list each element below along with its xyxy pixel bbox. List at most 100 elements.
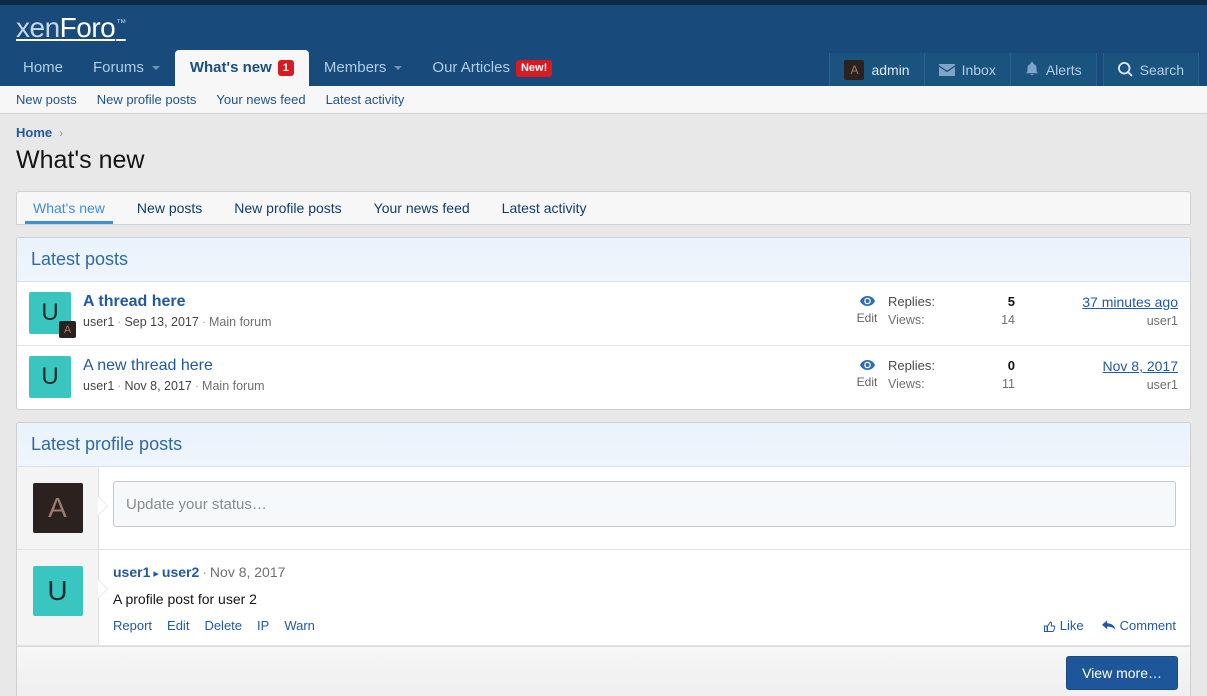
edit-label[interactable]: Edit <box>846 311 888 325</box>
like-button[interactable]: Like <box>1044 618 1084 633</box>
table-row[interactable]: U A A thread here user1·Sep 13, 2017·Mai… <box>17 282 1190 346</box>
thread-info: A thread here user1·Sep 13, 2017·Main fo… <box>83 292 846 329</box>
profile-post-from-user[interactable]: user1 <box>113 564 150 580</box>
views-label: Views: <box>888 377 925 391</box>
avatar-wrapper: U <box>29 356 71 398</box>
nav-item-our-articles[interactable]: Our Articles New! <box>417 50 567 86</box>
main-navigation: Home Forums What's new 1 Members Our Art… <box>0 50 1207 86</box>
site-header: xenForo™ Home Forums What's new 1 Member… <box>0 5 1207 86</box>
chevron-down-icon <box>152 66 160 70</box>
last-post-user[interactable]: user1 <box>1043 378 1178 392</box>
profile-posts-footer: View more… <box>17 646 1190 696</box>
profile-post-row: U user1▸user2·Nov 8, 2017 A profile post… <box>17 550 1190 646</box>
meta-separator: · <box>202 564 207 580</box>
inbox-link[interactable]: Inbox <box>925 53 1011 86</box>
thread-meta: user1·Sep 13, 2017·Main forum <box>83 315 846 329</box>
table-row[interactable]: U A new thread here user1·Nov 8, 2017·Ma… <box>17 346 1190 409</box>
avatar[interactable]: U <box>29 356 71 398</box>
latest-profile-posts-heading: Latest profile posts <box>17 423 1190 467</box>
avatar[interactable]: U <box>33 566 83 616</box>
subnav-item-latest-activity[interactable]: Latest activity <box>326 92 405 107</box>
meta-separator: · <box>195 379 199 393</box>
thread-author: user1 <box>83 315 114 329</box>
views-value: 14 <box>1001 313 1043 327</box>
nav-item-label: Forums <box>93 50 144 86</box>
views-stat: Views: 14 <box>888 313 1043 327</box>
avatar-overlay-badge: A <box>59 321 76 338</box>
thread-edit-column[interactable]: Edit <box>846 356 888 389</box>
nav-item-forums[interactable]: Forums <box>78 50 175 86</box>
latest-posts-block: Latest posts U A A thread here user1·Sep… <box>16 237 1191 410</box>
last-post-time[interactable]: Nov 8, 2017 <box>1043 358 1178 374</box>
status-composer-row: A <box>17 467 1190 550</box>
visitor-panel: A admin Inbox Alerts Search <box>829 53 1199 86</box>
tab-whats-new[interactable]: What's new <box>17 192 121 224</box>
tab-new-profile-posts[interactable]: New profile posts <box>218 192 357 224</box>
tab-latest-activity[interactable]: Latest activity <box>486 192 603 224</box>
nav-item-whats-new[interactable]: What's new 1 <box>175 50 309 86</box>
thread-info: A new thread here user1·Nov 8, 2017·Main… <box>83 356 846 393</box>
tabs-container: What's new New posts New profile posts Y… <box>0 175 1207 225</box>
edit-label[interactable]: Edit <box>846 375 888 389</box>
nav-item-members[interactable]: Members <box>309 50 418 86</box>
page-title: What's new <box>0 146 1207 175</box>
thread-date: Nov 8, 2017 <box>124 379 191 393</box>
warn-link[interactable]: Warn <box>284 618 315 633</box>
profile-post-text: A profile post for user 2 <box>113 591 1176 607</box>
search-link[interactable]: Search <box>1103 53 1199 86</box>
logo-trademark-icon: ™ <box>116 18 126 29</box>
tab-new-posts[interactable]: New posts <box>121 192 218 224</box>
views-value: 11 <box>1002 377 1043 391</box>
view-more-button[interactable]: View more… <box>1066 656 1178 690</box>
thread-title-link[interactable]: A new thread here <box>83 357 213 375</box>
replies-label: Replies: <box>888 358 935 373</box>
tab-your-news-feed[interactable]: Your news feed <box>358 192 486 224</box>
alerts-link[interactable]: Alerts <box>1011 53 1097 86</box>
thread-stats: Replies: 0 Views: 11 <box>888 356 1043 391</box>
nav-item-label: Members <box>324 50 387 86</box>
thread-date: Sep 13, 2017 <box>124 315 198 329</box>
profile-post-to-user[interactable]: user2 <box>162 564 199 580</box>
composer-body <box>99 467 1190 549</box>
thread-title-link[interactable]: A thread here <box>83 293 186 311</box>
nav-item-label: Home <box>23 50 63 86</box>
thread-author: user1 <box>83 379 114 393</box>
eye-icon <box>860 293 875 309</box>
arrow-right-icon: ▸ <box>153 568 159 580</box>
comment-button[interactable]: Comment <box>1102 618 1176 633</box>
last-post-time[interactable]: 37 minutes ago <box>1043 294 1178 310</box>
status-input[interactable] <box>113 481 1176 527</box>
replies-stat: Replies: 5 <box>888 294 1043 309</box>
bell-icon <box>1025 62 1039 77</box>
ip-link[interactable]: IP <box>257 618 269 633</box>
meta-separator: · <box>117 315 121 329</box>
replies-label: Replies: <box>888 294 935 309</box>
report-link[interactable]: Report <box>113 618 152 633</box>
nav-item-home[interactable]: Home <box>8 50 78 86</box>
tab-bar: What's new New posts New profile posts Y… <box>16 191 1191 225</box>
replies-value: 0 <box>1007 358 1043 373</box>
logo-prefix: xen <box>16 12 60 43</box>
breadcrumb-item-home[interactable]: Home <box>16 125 52 140</box>
nav-tag-new: New! <box>516 60 552 77</box>
speech-arrow-icon <box>98 580 107 598</box>
last-post-user[interactable]: user1 <box>1043 314 1178 328</box>
secondary-navigation: New posts New profile posts Your news fe… <box>0 86 1207 114</box>
subnav-item-your-news-feed[interactable]: Your news feed <box>216 92 305 107</box>
delete-link[interactable]: Delete <box>204 618 242 633</box>
subnav-item-new-posts[interactable]: New posts <box>16 92 77 107</box>
subnav-item-new-profile-posts[interactable]: New profile posts <box>97 92 197 107</box>
thread-edit-column[interactable]: Edit <box>846 292 888 325</box>
avatar[interactable]: A <box>33 483 83 533</box>
nav-badge-count: 1 <box>278 60 294 76</box>
meta-separator: · <box>202 315 206 329</box>
views-label: Views: <box>888 313 925 327</box>
eye-icon <box>860 357 875 373</box>
latest-profile-posts-block: Latest profile posts A U user1▸user2·Nov… <box>16 422 1191 696</box>
visitor-account-menu[interactable]: A admin <box>829 53 924 86</box>
edit-link[interactable]: Edit <box>167 618 189 633</box>
avatar-wrapper: U A <box>29 292 71 334</box>
search-icon <box>1118 62 1133 77</box>
profile-post-date: Nov 8, 2017 <box>210 564 286 580</box>
site-logo[interactable]: xenForo™ <box>16 14 126 42</box>
